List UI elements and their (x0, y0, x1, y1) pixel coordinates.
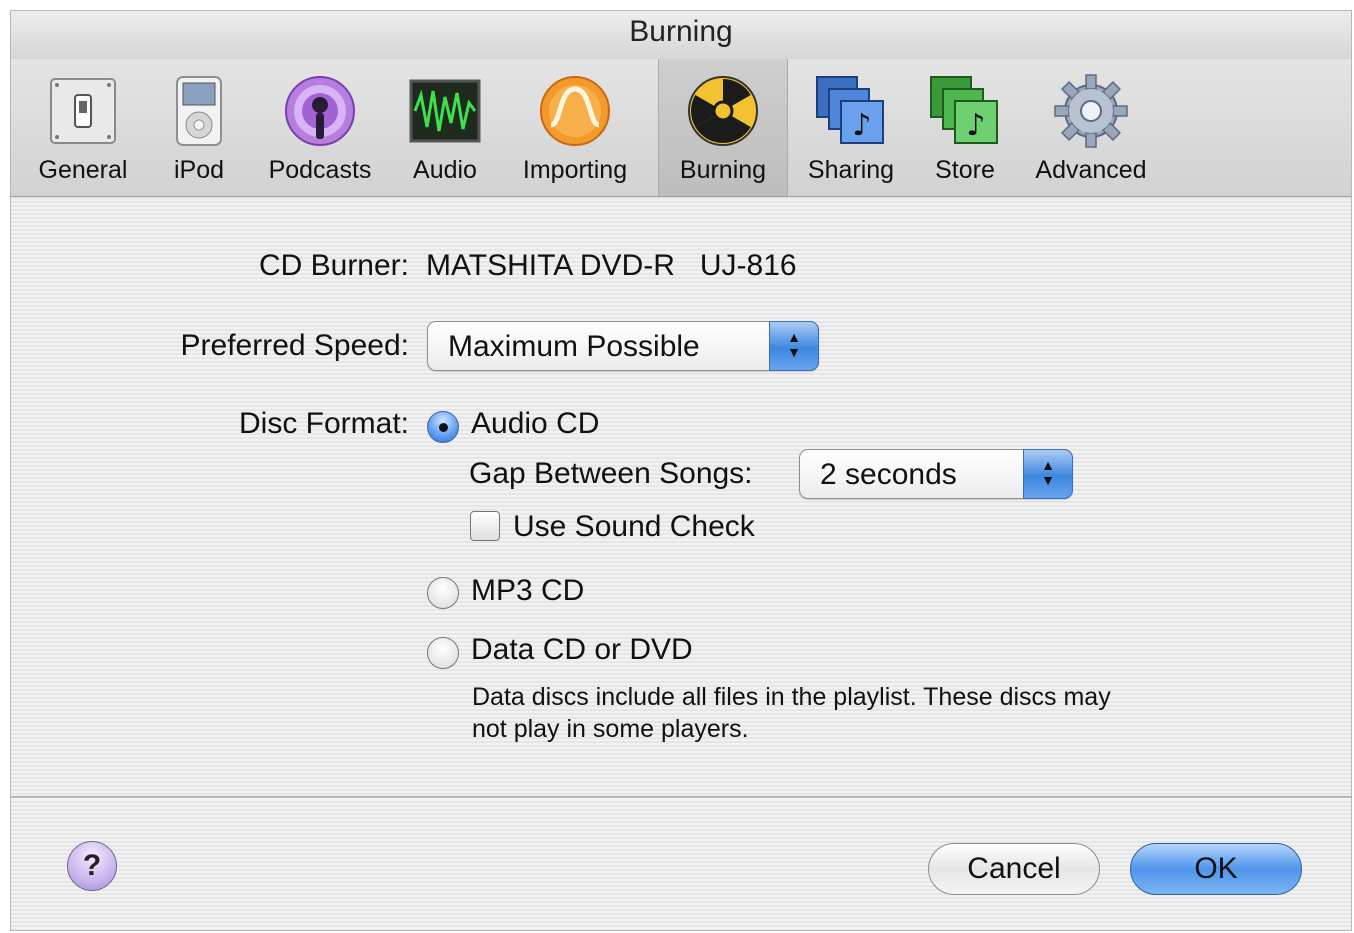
tab-ipod-label: iPod (173, 156, 225, 184)
svg-text:♪: ♪ (852, 108, 871, 143)
ok-button[interactable]: OK (1130, 843, 1302, 895)
general-switch-icon (50, 78, 116, 144)
cancel-button[interactable]: Cancel (928, 843, 1100, 895)
mp3-cd-radio[interactable] (427, 577, 459, 609)
footer-divider (11, 796, 1351, 799)
gear-icon (1054, 74, 1128, 148)
importing-icon (540, 76, 610, 146)
preferences-window: Burning General iPod Podcasts Audio Impo… (10, 10, 1352, 931)
preferred-speed-popup[interactable]: Maximum Possible ▲ ▼ (427, 321, 819, 371)
audio-cd-radio[interactable] (427, 411, 459, 443)
store-icon: ♪ (930, 76, 998, 144)
use-sound-check-checkbox[interactable] (470, 511, 500, 541)
disc-format-label: Disc Format: (238, 407, 409, 440)
preferences-toolbar: General iPod Podcasts Audio Importing Bu… (11, 59, 1351, 197)
window-title: Burning (11, 11, 1351, 60)
tab-sharing-label: Sharing (807, 156, 895, 184)
svg-text:♪: ♪ (966, 108, 985, 143)
gap-between-songs-label: Gap Between Songs: (469, 457, 753, 490)
tab-importing-label: Importing (522, 156, 628, 184)
podcast-icon (285, 76, 355, 146)
popup-arrows-icon: ▲ ▼ (769, 321, 819, 371)
popup-arrows-icon: ▲ ▼ (1023, 449, 1073, 499)
data-disc-note: Data discs include all files in the play… (472, 683, 1111, 743)
sharing-icon: ♪ (816, 76, 884, 144)
gap-between-songs-value: 2 seconds (820, 458, 957, 491)
tab-burning-label: Burning (679, 156, 767, 184)
data-cd-radio[interactable] (427, 637, 459, 669)
burn-radiation-icon (688, 76, 758, 146)
tab-ipod[interactable]: iPod (159, 59, 239, 196)
help-button[interactable]: ? (67, 841, 117, 891)
use-sound-check-label[interactable]: Use Sound Check (513, 510, 755, 544)
cd-burner-label: CD Burner: (258, 249, 409, 282)
data-cd-label[interactable]: Data CD or DVD (471, 633, 693, 667)
tab-audio-label: Audio (413, 156, 477, 184)
audio-waveform-icon (409, 79, 481, 143)
tab-podcasts-label: Podcasts (268, 156, 372, 184)
tab-sharing[interactable]: ♪ Sharing (795, 59, 907, 196)
tab-general-label: General (38, 156, 128, 184)
audio-cd-label[interactable]: Audio CD (471, 407, 599, 441)
tab-burning[interactable]: Burning (658, 59, 788, 196)
mp3-cd-label[interactable]: MP3 CD (471, 574, 584, 608)
gap-between-songs-popup[interactable]: 2 seconds ▲ ▼ (799, 449, 1073, 499)
preferred-speed-value: Maximum Possible (448, 330, 700, 363)
tab-audio[interactable]: Audio (401, 59, 489, 196)
ipod-icon (176, 76, 222, 146)
tab-advanced[interactable]: Advanced (1023, 59, 1159, 196)
tab-podcasts[interactable]: Podcasts (259, 59, 381, 196)
cd-burner-value: MATSHITA DVD-R UJ-816 (426, 249, 797, 282)
radio-dot-icon (439, 423, 448, 432)
tab-store-label: Store (935, 156, 995, 184)
tab-advanced-label: Advanced (1035, 156, 1147, 184)
tab-importing[interactable]: Importing (505, 59, 645, 196)
tab-store[interactable]: ♪ Store (919, 59, 1011, 196)
preferred-speed-label: Preferred Speed: (180, 329, 409, 362)
tab-general[interactable]: General (27, 59, 139, 196)
